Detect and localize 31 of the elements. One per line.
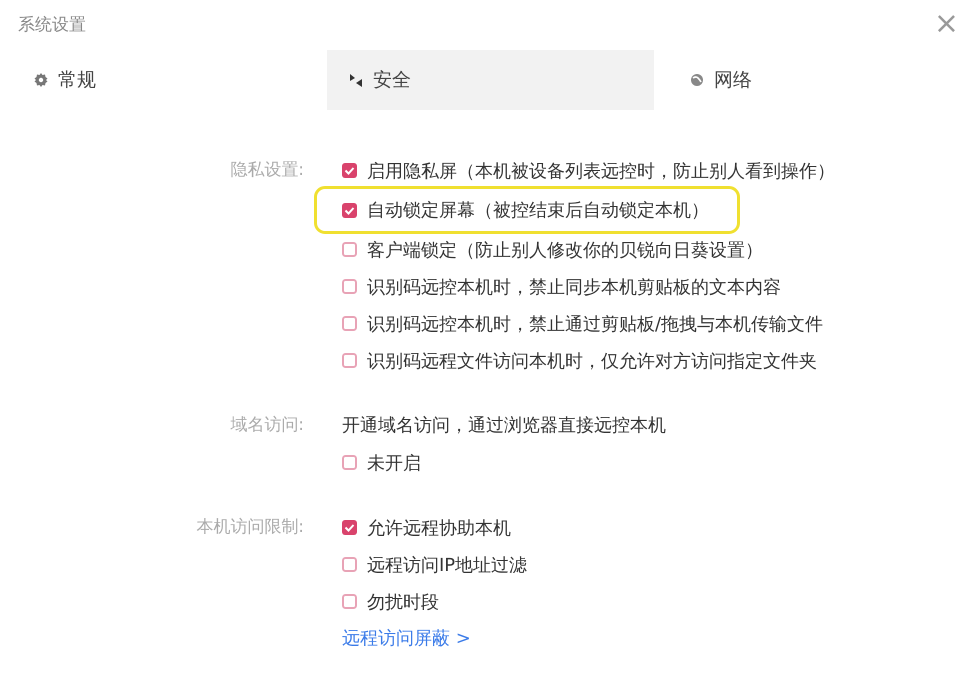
link[interactable]: 远程访问屏蔽 >: [342, 620, 471, 657]
option-label: 客户端锁定（防止别人修改你的贝锐向日葵设置）: [367, 238, 763, 262]
checkbox[interactable]: [342, 353, 357, 368]
option-label: 识别码远控本机时，禁止通过剪贴板/拖拽与本机传输文件: [367, 312, 824, 336]
checkbox[interactable]: [342, 594, 357, 609]
section-label: 隐私设置:: [229, 159, 304, 182]
description-text: 开通域名访问，通过浏览器直接远控本机: [342, 414, 666, 438]
tab[interactable]: 常规: [0, 50, 327, 110]
checkbox[interactable]: [342, 279, 357, 294]
checkbox[interactable]: [342, 242, 357, 257]
checkbox[interactable]: [342, 455, 357, 470]
checkbox[interactable]: [342, 557, 357, 572]
globe-icon: [690, 73, 704, 87]
option-label: 启用隐私屏（本机被设备列表远控时，防止别人看到操作）: [367, 160, 835, 182]
section-label: 域名访问:: [229, 414, 304, 437]
option-label: 识别码远程文件访问本机时，仅允许对方访问指定文件夹: [367, 350, 817, 372]
checkbox[interactable]: [342, 316, 357, 331]
option-label: 识别码远控本机时，禁止同步本机剪贴板的文本内容: [367, 276, 781, 298]
checkbox[interactable]: [342, 163, 357, 178]
section-label: 本机访问限制:: [195, 516, 304, 539]
checkbox[interactable]: [342, 202, 357, 218]
checkbox[interactable]: [342, 520, 357, 535]
option-label: 远程访问IP地址过滤: [367, 554, 528, 576]
window-title: 系统设置: [18, 14, 86, 36]
option-label: 勿扰时段: [367, 590, 439, 614]
option-label: 允许远程协助本机: [367, 516, 511, 540]
tab[interactable]: 网络: [654, 50, 973, 110]
tab[interactable]: 安全: [327, 50, 654, 110]
option-label: 未开启: [367, 452, 421, 474]
gear-icon: [34, 73, 48, 87]
option-label: 自动锁定屏幕（被控结束后自动锁定本机）: [367, 199, 709, 222]
